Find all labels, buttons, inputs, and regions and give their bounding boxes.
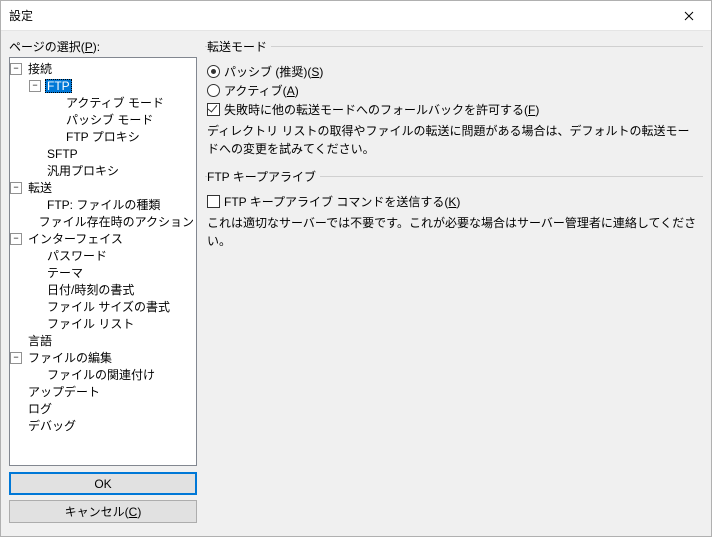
page-select-label: ページの選択(P): xyxy=(9,38,197,55)
check-fallback[interactable] xyxy=(207,103,220,116)
tree-item-theme[interactable]: テーマ xyxy=(10,264,196,281)
group-keepalive: FTP キープアライブ FTP キープアライブ コマンドを送信する(K) これは… xyxy=(205,168,703,250)
radio-active-label: アクティブ(A) xyxy=(224,82,299,99)
settings-window: 設定 ページの選択(P): −接続 −FTP アクティブ モード xyxy=(0,0,712,537)
group-transfer-mode: 転送モード パッシブ (推奨)(S) アクティブ(A) 失敗時に他の転送モードへ… xyxy=(205,38,703,158)
radio-row-passive[interactable]: パッシブ (推奨)(S) xyxy=(207,63,701,80)
tree-item-generic-proxy[interactable]: 汎用プロキシ xyxy=(10,162,196,179)
check-row-keepalive[interactable]: FTP キープアライブ コマンドを送信する(K) xyxy=(207,193,701,210)
page-tree[interactable]: −接続 −FTP アクティブ モード パッシブ モード FTP プロキシ SF xyxy=(9,57,197,466)
legend-keepalive: FTP キープアライブ xyxy=(207,168,320,185)
tree-item-ftp[interactable]: −FTP xyxy=(10,77,196,94)
ok-button[interactable]: OK xyxy=(9,472,197,495)
tree-item-file-editing[interactable]: −ファイルの編集 xyxy=(10,349,196,366)
check-fallback-label: 失敗時に他の転送モードへのフォールバックを許可する(F) xyxy=(224,101,539,118)
radio-passive-label: パッシブ (推奨)(S) xyxy=(224,63,323,80)
radio-active[interactable] xyxy=(207,84,220,97)
window-title: 設定 xyxy=(9,7,666,24)
tree-item-update[interactable]: アップデート xyxy=(10,383,196,400)
dialog-buttons: OK キャンセル(C) xyxy=(9,472,197,528)
dialog-body: ページの選択(P): −接続 −FTP アクティブ モード パッシブ モード F… xyxy=(1,31,711,536)
legend-transfer-mode: 転送モード xyxy=(207,38,271,55)
titlebar: 設定 xyxy=(1,1,711,31)
tree-item-datetime-format[interactable]: 日付/時刻の書式 xyxy=(10,281,196,298)
tree-item-filesize-format[interactable]: ファイル サイズの書式 xyxy=(10,298,196,315)
tree-item-file-exists-action[interactable]: ファイル存在時のアクション xyxy=(10,213,196,230)
close-icon xyxy=(684,11,694,21)
left-column: ページの選択(P): −接続 −FTP アクティブ モード パッシブ モード F… xyxy=(9,38,197,528)
check-keepalive[interactable] xyxy=(207,195,220,208)
tree-item-interface[interactable]: −インターフェイス xyxy=(10,230,196,247)
tree-item-ftp-proxy[interactable]: FTP プロキシ xyxy=(10,128,196,145)
radio-row-active[interactable]: アクティブ(A) xyxy=(207,82,701,99)
check-row-fallback[interactable]: 失敗時に他の転送モードへのフォールバックを許可する(F) xyxy=(207,101,701,118)
check-keepalive-label: FTP キープアライブ コマンドを送信する(K) xyxy=(224,193,460,210)
keepalive-desc: これは適切なサーバーでは不要です。これが必要な場合はサーバー管理者に連絡してくだ… xyxy=(207,214,701,250)
tree-item-sftp[interactable]: SFTP xyxy=(10,145,196,162)
tree-item-log[interactable]: ログ xyxy=(10,400,196,417)
tree-item-password[interactable]: パスワード xyxy=(10,247,196,264)
radio-passive[interactable] xyxy=(207,65,220,78)
transfer-mode-desc: ディレクトリ リストの取得やファイルの転送に問題がある場合は、デフォルトの転送モ… xyxy=(207,122,701,158)
tree-item-passive-mode[interactable]: パッシブ モード xyxy=(10,111,196,128)
close-button[interactable] xyxy=(666,1,711,31)
tree-item-active-mode[interactable]: アクティブ モード xyxy=(10,94,196,111)
cancel-button[interactable]: キャンセル(C) xyxy=(9,500,197,523)
tree-item-file-list[interactable]: ファイル リスト xyxy=(10,315,196,332)
tree-item-connection[interactable]: −接続 xyxy=(10,60,196,77)
tree-item-language[interactable]: 言語 xyxy=(10,332,196,349)
tree-item-ftp-filetypes[interactable]: FTP: ファイルの種類 xyxy=(10,196,196,213)
tree-item-transfer[interactable]: −転送 xyxy=(10,179,196,196)
tree-item-file-assoc[interactable]: ファイルの関連付け xyxy=(10,366,196,383)
right-column: 転送モード パッシブ (推奨)(S) アクティブ(A) 失敗時に他の転送モードへ… xyxy=(205,38,703,528)
tree-item-debug[interactable]: デバッグ xyxy=(10,417,196,434)
